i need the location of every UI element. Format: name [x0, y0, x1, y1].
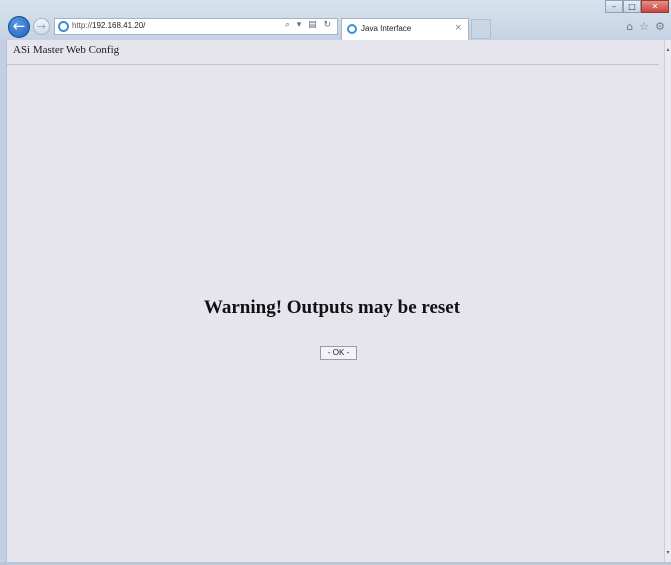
page-title: ASi Master Web Config — [13, 44, 120, 56]
address-bar[interactable]: http://192.168.41.20/ ⌕ ▾ ▤ ↻ — [54, 18, 338, 35]
url-prefix: http:// — [72, 21, 93, 30]
forward-button[interactable]: → — [33, 18, 50, 35]
tab-java-interface[interactable]: Java Interface × — [341, 18, 469, 40]
forward-arrow-icon: → — [36, 20, 47, 33]
url-host: 192.168.41.20/ — [92, 21, 146, 30]
scroll-up-arrow-icon[interactable]: ▴ — [665, 46, 671, 53]
url-text[interactable]: http://192.168.41.20/ — [72, 21, 145, 30]
favorites-star-icon[interactable]: ☆ — [639, 20, 649, 33]
maximize-button[interactable]: □ — [623, 0, 641, 13]
close-window-button[interactable]: ✕ — [641, 0, 669, 13]
browser-toolbar-icons: ⌂ ☆ ⚙ — [626, 20, 665, 33]
back-arrow-icon: ← — [12, 17, 26, 35]
home-icon[interactable]: ⌂ — [626, 20, 633, 33]
browser-chrome: ← → http://192.168.41.20/ ⌕ ▾ ▤ ↻ Java I… — [0, 0, 671, 41]
tab-label: Java Interface — [361, 24, 412, 33]
settings-gear-icon[interactable]: ⚙ — [655, 20, 665, 33]
back-button[interactable]: ← — [8, 16, 30, 38]
vertical-scrollbar[interactable]: ▴ ▾ — [664, 40, 671, 562]
warning-message: Warning! Outputs may be reset — [203, 297, 461, 318]
scroll-down-arrow-icon[interactable]: ▾ — [665, 549, 671, 556]
address-tools-icons[interactable]: ⌕ ▾ ▤ ↻ — [285, 20, 333, 30]
browser-window: ← → http://192.168.41.20/ ⌕ ▾ ▤ ↻ Java I… — [0, 0, 671, 565]
header-divider — [7, 64, 659, 65]
tab-close-icon[interactable]: × — [454, 23, 462, 33]
new-tab-button[interactable] — [471, 19, 491, 39]
ie-tab-icon — [347, 24, 357, 34]
ok-button[interactable]: - OK - — [320, 346, 357, 360]
ie-page-icon — [58, 21, 69, 32]
minimize-button[interactable]: – — [605, 0, 623, 13]
window-controls: – □ ✕ — [605, 0, 669, 14]
page-content: ASi Master Web Config Warning! Outputs m… — [6, 40, 664, 562]
